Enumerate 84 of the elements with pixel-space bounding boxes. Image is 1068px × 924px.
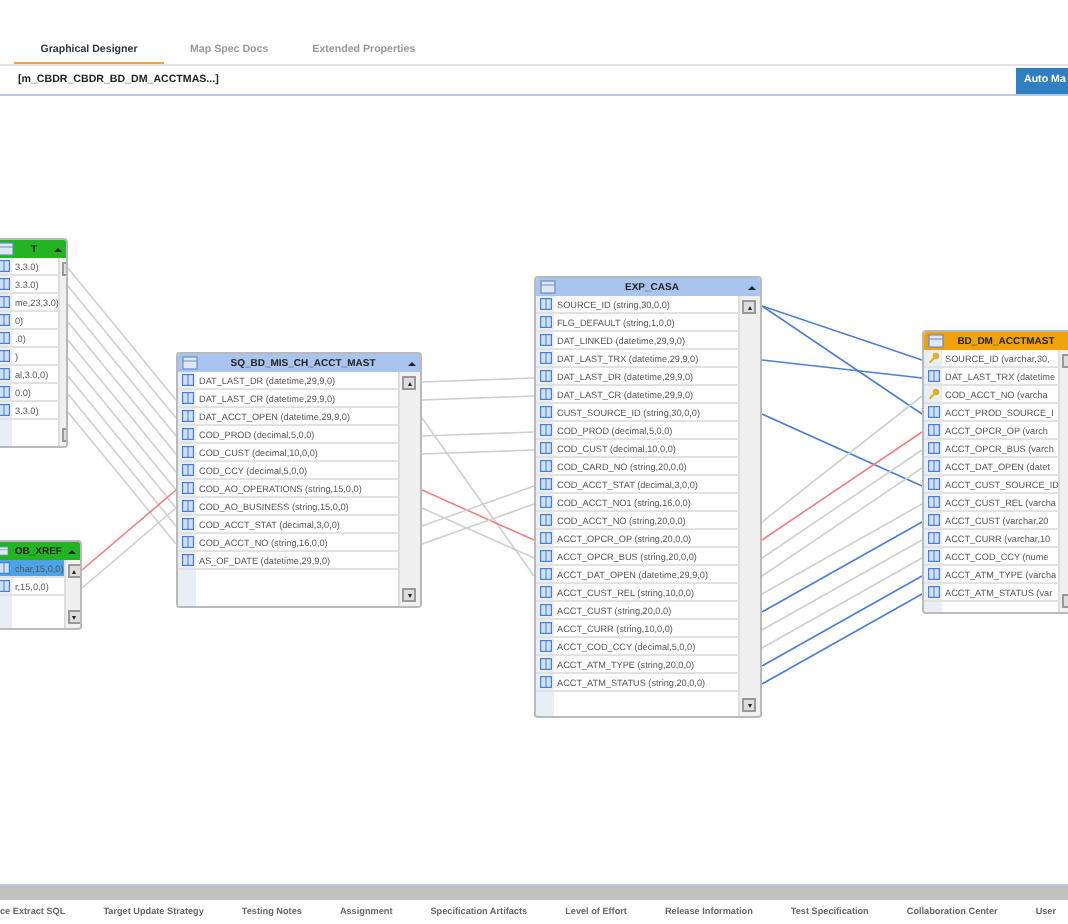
column-icon (539, 298, 551, 310)
column-icon (539, 604, 551, 616)
column-icon (927, 550, 939, 562)
column-icon (539, 514, 551, 526)
column-icon (0, 580, 9, 592)
scroll-up-button[interactable] (67, 564, 80, 578)
column-icon (539, 478, 551, 490)
scroll-down-button[interactable] (67, 610, 80, 624)
key-icon (927, 388, 939, 400)
grid-icon (0, 242, 14, 256)
column-icon (0, 404, 9, 416)
column-icon (539, 424, 551, 436)
scrollbar[interactable] (0, 884, 1068, 900)
scroll-up-icon[interactable] (748, 285, 756, 289)
column-icon (539, 316, 551, 328)
scroll-up-icon[interactable] (68, 549, 76, 553)
grid-icon (0, 544, 9, 558)
scroll-up-button[interactable] (402, 376, 416, 390)
column-icon (181, 410, 193, 422)
column-icon (539, 532, 551, 544)
column-icon (181, 518, 193, 530)
column-icon (0, 260, 9, 272)
column-icon (927, 586, 939, 598)
column-icon (0, 386, 9, 398)
column-icon (0, 314, 9, 326)
column-icon (927, 424, 939, 436)
scroll-up-icon[interactable] (408, 361, 416, 365)
column-icon (927, 370, 939, 382)
column-icon (539, 460, 551, 472)
column-icon (539, 676, 551, 688)
column-icon (0, 562, 9, 574)
column-icon (0, 368, 9, 380)
scroll-up-icon[interactable] (54, 247, 62, 251)
connector-line (67, 339, 177, 473)
column-icon (539, 622, 551, 634)
column-icon (539, 442, 551, 454)
column-icon (927, 568, 939, 580)
key-icon (927, 352, 939, 364)
column-icon (539, 640, 551, 652)
column-icon (181, 500, 193, 512)
column-icon (0, 296, 9, 308)
column-icon (0, 332, 9, 344)
connector-line (421, 377, 535, 383)
table-node[interactable] (922, 330, 1068, 614)
table-node[interactable] (534, 276, 762, 718)
column-icon (539, 352, 551, 364)
column-icon (927, 514, 939, 526)
column-icon (0, 350, 9, 362)
column-icon (181, 482, 193, 494)
column-icon (181, 446, 193, 458)
column-icon (927, 532, 939, 544)
column-icon (927, 406, 939, 418)
scroll-up-button[interactable] (742, 300, 756, 314)
column-icon (181, 536, 193, 548)
column-icon (181, 374, 193, 386)
column-icon (927, 478, 939, 490)
scroll-down-button[interactable] (402, 588, 416, 602)
column-icon (927, 460, 939, 472)
connector-line (67, 321, 177, 455)
column-icon (181, 428, 193, 440)
column-icon (539, 586, 551, 598)
column-icon (539, 496, 551, 508)
grid-icon (182, 356, 198, 370)
connector-line (67, 285, 177, 419)
column-icon (539, 568, 551, 580)
column-icon (539, 370, 551, 382)
column-icon (181, 464, 193, 476)
grid-icon (540, 280, 556, 294)
table-node[interactable] (176, 352, 422, 608)
column-icon (0, 278, 9, 290)
column-icon (927, 442, 939, 454)
connector-line (421, 395, 535, 401)
column-icon (539, 406, 551, 418)
column-icon (181, 554, 193, 566)
column-icon (539, 334, 551, 346)
column-icon (539, 658, 551, 670)
scroll-down-button[interactable] (742, 698, 756, 712)
column-icon (181, 392, 193, 404)
column-icon (927, 496, 939, 508)
grid-icon (928, 334, 944, 348)
connector-line (67, 267, 177, 401)
connector-line (67, 303, 177, 437)
column-icon (539, 388, 551, 400)
column-icon (539, 550, 551, 562)
